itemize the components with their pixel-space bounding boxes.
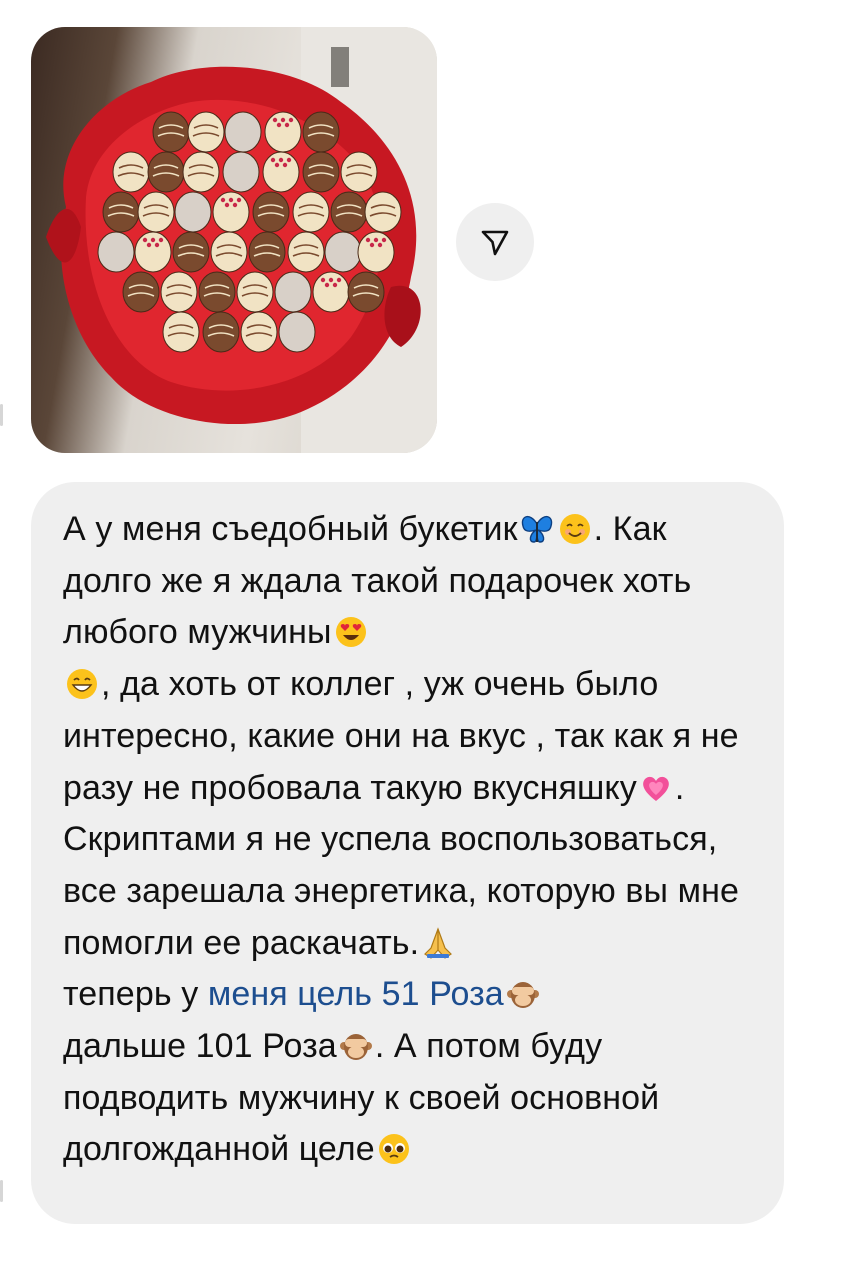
share-button[interactable] [456,203,534,281]
photo-message[interactable] [31,27,437,453]
sprinkle-dot [320,277,326,283]
sprinkle-dot [280,117,286,123]
strawberry-white [236,271,274,313]
sprinkle-dot [274,162,280,168]
see-no-evil-monkey-icon [339,1034,372,1061]
strawberry-coconut [324,231,362,273]
grinning-face-icon [67,669,97,700]
sprinkle-dot [288,117,294,123]
strawberry-white [187,111,225,153]
strawberry-milk [147,151,185,193]
sprinkle-dot [272,117,278,123]
strawberry-white [240,311,278,353]
strawberry-milk [172,231,210,273]
strawberry-milk [198,271,236,313]
pleading-face-icon [378,1134,409,1165]
strawberry-milk [248,231,286,273]
strawberry-milk [202,311,240,353]
strawberry-milk [330,191,368,233]
scroll-edge-mark [0,1180,3,1202]
send-icon [481,230,509,256]
smiling-face-icon [559,514,590,544]
sprinkle-dot [224,202,230,208]
sprinkle-dot [286,157,292,163]
strawberry-coconut [97,231,135,273]
sprinkle-dot [142,237,148,243]
sprinkle-dot [373,237,379,243]
sprinkle-dot [278,157,284,163]
sprinkle-dot [220,197,226,203]
strawberry-white [292,191,330,233]
strawberry-milk [102,191,140,233]
strawberry-coconut [174,191,212,233]
strawberry-white [287,231,325,273]
folded-hands-icon [424,926,453,959]
strawberry-milk [302,111,340,153]
growing-heart-icon [643,776,669,801]
strawberry-white [160,271,198,313]
strawberry-coconut [222,151,260,193]
sprinkle-dot [377,242,383,248]
scroll-edge-mark [0,404,3,426]
sprinkle-dot [336,277,342,283]
sprinkle-dot [158,237,164,243]
text-message-bubble[interactable]: А у меня съедобный букетик. Как долго же… [31,482,784,1224]
strawberry-milk [252,191,290,233]
sprinkle-dot [381,237,387,243]
sprinkle-dot [282,162,288,168]
strawberry-white [162,311,200,353]
sprinkle-dot [369,242,375,248]
strawberry-white [112,151,150,193]
strawberry-coconut [274,271,312,313]
sprinkle-dot [365,237,371,243]
strawberry-white [210,231,248,273]
strawberry-coconut [278,311,316,353]
strawberry-white [182,151,220,193]
strawberry-white [340,151,378,193]
strawberry-milk [122,271,160,313]
sprinkle-dot [270,157,276,163]
sprinkle-dot [232,202,238,208]
sprinkle-dot [324,282,330,288]
sprinkle-dot [150,237,156,243]
bouquet-photo [46,27,437,453]
strawberry-milk [347,271,385,313]
sprinkle-dot [146,242,152,248]
sprinkle-dot [284,122,290,128]
sprinkle-dot [328,277,334,283]
sprinkle-dot [154,242,160,248]
butterfly-icon [521,516,552,543]
strawberry-coconut [224,111,262,153]
sprinkle-dot [228,197,234,203]
strawberry-white [137,191,175,233]
goal-link[interactable]: меня цель 51 Роза [208,975,504,1013]
strawberry-white [364,191,402,233]
message-text: А у меня съедобный букетик. Как долго же… [63,510,749,1169]
see-no-evil-monkey-icon [506,982,539,1009]
strawberry-milk [302,151,340,193]
sprinkle-dot [276,122,282,128]
sprinkle-dot [332,282,338,288]
heart-eyes-face-icon [335,617,366,648]
strawberry-milk [152,111,190,153]
sprinkle-dot [236,197,242,203]
